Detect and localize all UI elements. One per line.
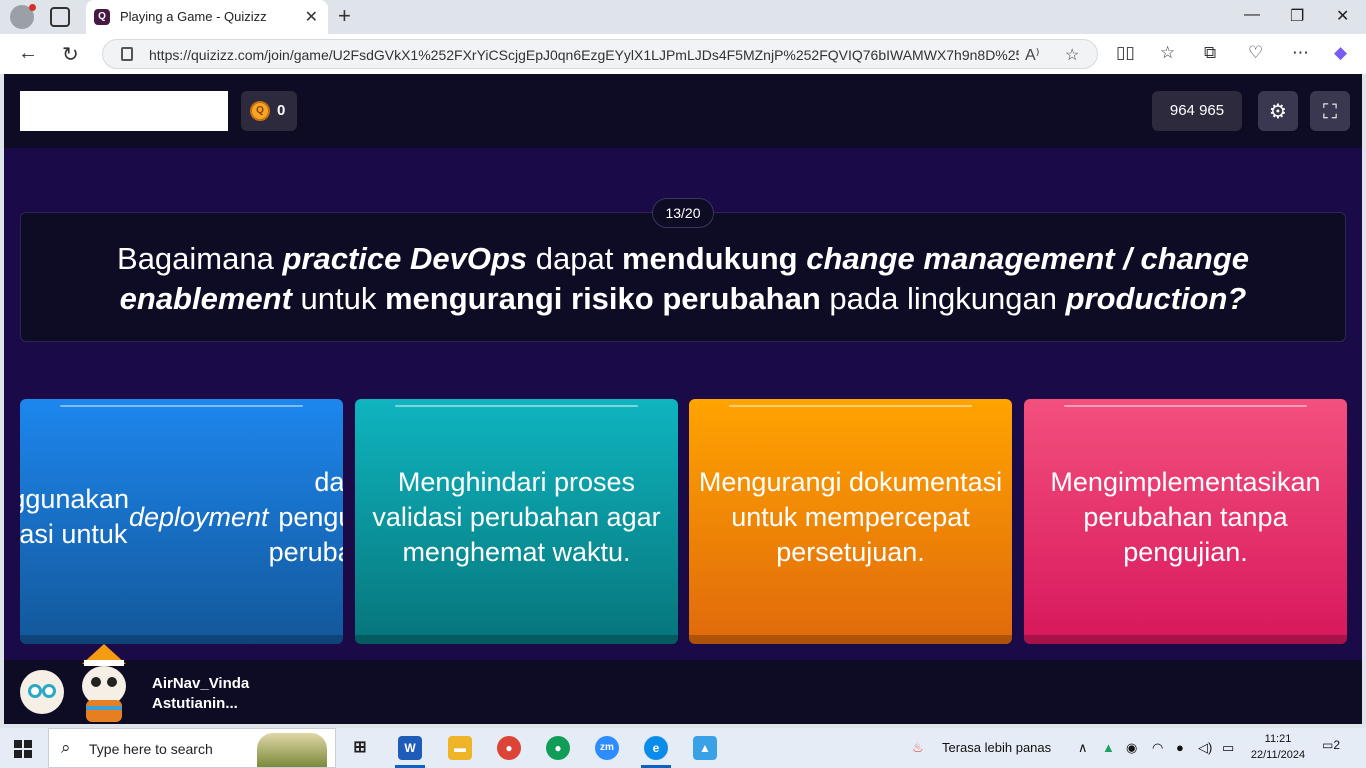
taskbar-search-box[interactable]: ⌕ Type here to search: [48, 728, 336, 768]
chrome-profile-icon[interactable]: ●: [546, 736, 570, 760]
zoom-icon[interactable]: zm: [595, 736, 619, 760]
read-aloud-icon[interactable]: A⁾: [1025, 45, 1040, 65]
question-text: Bagaimana practice DevOps dapat mendukun…: [51, 239, 1315, 319]
collections-icon[interactable]: ⧉: [1204, 43, 1216, 63]
microphone-icon[interactable]: ●: [1176, 740, 1184, 755]
favorite-star-icon[interactable]: ☆: [1065, 45, 1079, 65]
url-text: https://quizizz.com/join/game/U2FsdGVkX1…: [149, 47, 1019, 63]
clock[interactable]: 11:21 22/11/2024: [1248, 731, 1308, 763]
answer-option-3-label: Mengurangi dokumentasi untuk mempercepat…: [697, 399, 1004, 635]
tab-title: Playing a Game - Quizizz: [120, 9, 267, 24]
player-name-line-2: Astutianin...: [152, 695, 238, 712]
quizizz-game-page: Q 0 964 965 ⚙ ⛶ 13/20 Bagaimana practice…: [4, 74, 1362, 724]
task-view-icon[interactable]: ⊞: [348, 736, 372, 760]
question-text-segment: dapat: [527, 241, 622, 276]
edge-icon[interactable]: e: [641, 736, 671, 768]
copilot-icon[interactable]: ◆: [1334, 43, 1347, 63]
notification-count: 2: [1333, 738, 1341, 752]
search-highlight-image: [257, 733, 327, 767]
drive-icon[interactable]: ▲: [1102, 740, 1115, 755]
answer-text-segment: Menghindari proses validasi perubahan ag…: [372, 466, 661, 567]
answer-option-3[interactable]: Mengurangi dokumentasi untuk mempercepat…: [689, 399, 1012, 644]
answer-option-2-label: Menghindari proses validasi perubahan ag…: [363, 399, 670, 635]
answer-option-4[interactable]: Mengimplementasikan perubahan tanpa peng…: [1024, 399, 1347, 644]
answer-option-1[interactable]: Menggunakan otomasi untuk deployment dan…: [20, 399, 343, 644]
question-card: Bagaimana practice DevOps dapat mendukun…: [20, 212, 1346, 342]
question-text-segment: pada lingkungan: [820, 281, 1066, 316]
photos-icon[interactable]: ▲: [693, 736, 717, 760]
notifications-icon[interactable]: ▭2: [1322, 738, 1346, 758]
new-tab-button[interactable]: +: [338, 3, 351, 29]
weather-text[interactable]: Terasa lebih panas: [942, 740, 1051, 755]
tab-close-icon[interactable]: ✕: [305, 7, 318, 27]
question-text-segment: production?: [1065, 281, 1247, 316]
favorites-icon[interactable]: ☆: [1160, 43, 1175, 63]
question-text-segment: untuk: [291, 281, 385, 316]
windows-taskbar: ⌕ Type here to search ⊞ W ▬ ● ● zm e ▲ ♨…: [0, 728, 1366, 768]
windows-start-icon[interactable]: [14, 740, 32, 758]
question-counter: 13/20: [652, 198, 714, 228]
coin-count: 0: [277, 102, 286, 119]
answer-option-1-label: Menggunakan otomasi untuk deployment dan…: [20, 399, 343, 635]
wifi-icon[interactable]: ◠: [1152, 740, 1163, 756]
url-field[interactable]: https://quizizz.com/join/game/U2FsdGVkX1…: [102, 39, 1098, 69]
player-name-line-1: AirNav_Vinda: [152, 675, 250, 692]
profile-avatar-icon[interactable]: [10, 4, 36, 29]
answer-option-4-label: Mengimplementasikan perubahan tanpa peng…: [1032, 399, 1339, 635]
player-name: AirNav_Vinda Astutianin...: [152, 674, 249, 714]
answer-option-2[interactable]: Menghindari proses validasi perubahan ag…: [355, 399, 678, 644]
lock-icon[interactable]: [121, 47, 133, 61]
answer-text-segment: Mengurangi dokumentasi untuk mempercepat…: [698, 466, 1003, 567]
answer-options: Menggunakan otomasi untuk deployment dan…: [20, 399, 1347, 644]
quizizz-favicon-icon: Q: [94, 9, 110, 25]
show-hidden-icons-icon[interactable]: ∧: [1078, 740, 1088, 756]
answer-text-segment: deployment: [128, 501, 269, 532]
minimize-button[interactable]: —: [1244, 6, 1260, 24]
tab-actions-icon[interactable]: [50, 7, 70, 27]
battery-icon[interactable]: ▭: [1222, 740, 1234, 756]
player-avatar: [20, 670, 64, 714]
active-tab[interactable]: Q Playing a Game - Quizizz ✕: [86, 0, 328, 34]
question-text-segment: practice DevOps: [282, 241, 528, 276]
word-icon[interactable]: W: [395, 736, 425, 768]
address-bar-row: ← ↻ https://quizizz.com/join/game/U2FsdG…: [0, 34, 1366, 74]
score-display: 964 965: [1152, 91, 1242, 131]
browser-essentials-icon[interactable]: ♡: [1248, 43, 1263, 63]
player-name-banner: [20, 91, 228, 131]
answer-text-segment: Menggunakan otomasi untuk: [20, 484, 129, 549]
answer-text-segment: dan pengujian perubahan.: [268, 466, 343, 567]
more-menu-icon[interactable]: ⋯: [1292, 43, 1309, 63]
search-placeholder: Type here to search: [89, 741, 213, 757]
back-button[interactable]: ←: [18, 42, 38, 65]
question-text-segment: mengurangi risiko perubahan: [384, 281, 821, 316]
answer-text-segment: Mengimplementasikan perubahan tanpa peng…: [1050, 466, 1321, 567]
refresh-button[interactable]: ↻: [62, 42, 79, 67]
volume-icon[interactable]: ◁): [1198, 740, 1212, 756]
weather-icon[interactable]: ♨: [912, 740, 924, 756]
search-icon: ⌕: [61, 738, 71, 758]
maximize-button[interactable]: ❐: [1290, 6, 1304, 26]
question-text-segment: mendukung: [621, 241, 798, 276]
clock-time: 11:21: [1264, 733, 1292, 745]
game-top-bar: Q 0 964 965 ⚙ ⛶: [4, 74, 1362, 148]
clock-date: 22/11/2024: [1250, 749, 1306, 761]
file-explorer-icon[interactable]: ▬: [448, 736, 472, 760]
settings-gear-icon[interactable]: ⚙: [1258, 91, 1298, 131]
teams-tray-icon[interactable]: ◉: [1126, 740, 1137, 756]
fullscreen-icon[interactable]: ⛶: [1310, 91, 1350, 131]
split-screen-icon[interactable]: ▯▯: [1116, 43, 1135, 63]
coin-icon: Q: [250, 101, 270, 121]
coin-counter: Q 0: [241, 91, 297, 131]
browser-tab-strip: Q Playing a Game - Quizizz ✕ + — ❐ ✕: [0, 0, 1366, 34]
question-text-segment: [798, 241, 807, 276]
close-window-button[interactable]: ✕: [1336, 6, 1349, 26]
question-text-segment: Bagaimana: [117, 241, 283, 276]
mascot-character-icon: [82, 644, 126, 722]
player-bar: AirNav_Vinda Astutianin...: [4, 644, 1362, 724]
chrome-icon[interactable]: ●: [497, 736, 521, 760]
